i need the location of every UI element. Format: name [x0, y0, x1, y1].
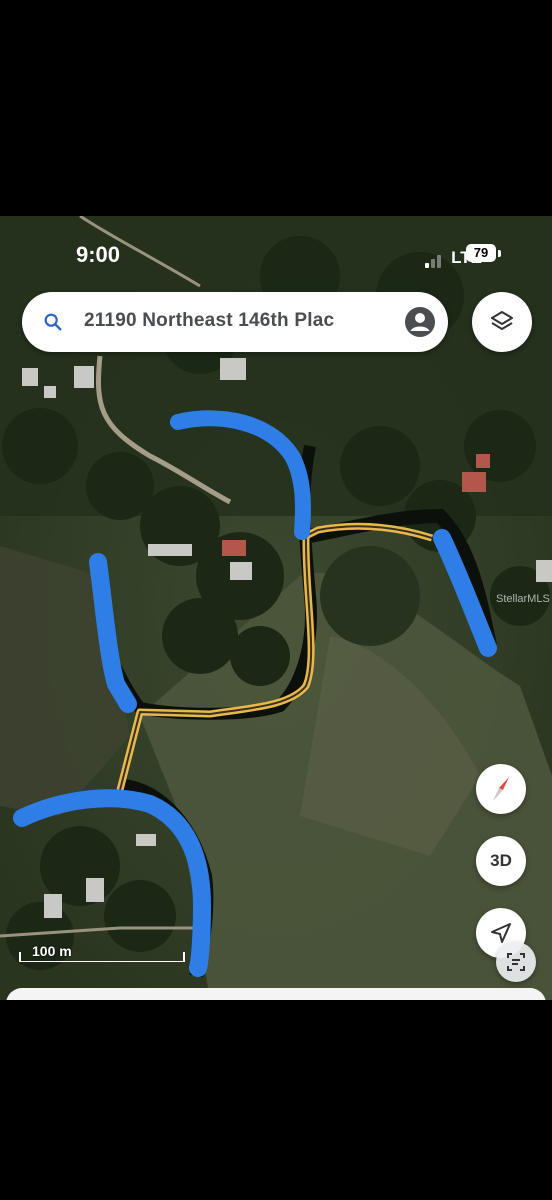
map-scale: 100 m	[18, 942, 186, 962]
compass-icon	[493, 777, 509, 801]
compass-button[interactable]	[476, 764, 526, 814]
battery-indicator: 79	[466, 244, 496, 262]
bottom-sheet[interactable]	[6, 988, 546, 1000]
layers-icon	[491, 311, 513, 330]
search-bar[interactable]: 21190 Northeast 146th Plac	[22, 292, 448, 352]
scale-label: 100 m	[32, 943, 72, 959]
scan-text-icon	[507, 953, 525, 971]
scan-text-button[interactable]	[496, 942, 536, 982]
3d-button[interactable]: 3D	[476, 836, 526, 886]
watermark: StellarMLS	[496, 593, 550, 605]
signal-icon	[425, 248, 443, 268]
search-input[interactable]: 21190 Northeast 146th Plac	[84, 310, 396, 336]
status-time: 9:00	[76, 242, 121, 267]
account-circle-icon[interactable]	[404, 306, 436, 338]
layers-button[interactable]	[472, 292, 532, 352]
battery-tip	[498, 250, 501, 257]
map-screen[interactable]: 9:00 LTE 79 21190 Northeast 146th Plac S…	[0, 216, 552, 1000]
search-icon[interactable]	[42, 311, 64, 333]
